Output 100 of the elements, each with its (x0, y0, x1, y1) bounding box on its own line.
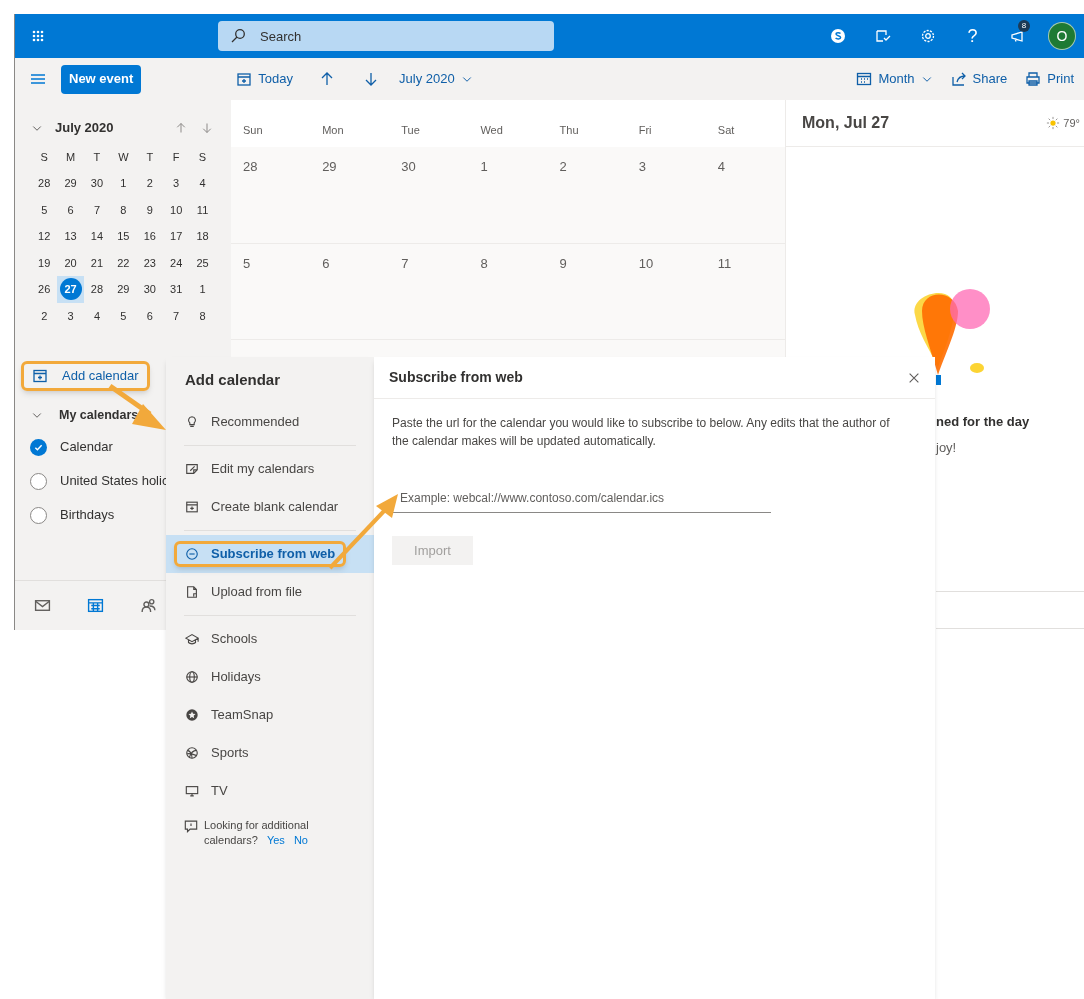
help-button[interactable]: ? (950, 14, 995, 58)
mini-calendar-day[interactable]: 17 (162, 223, 190, 250)
panel-title: Add calendar (184, 370, 282, 390)
mini-calendar-day[interactable]: 30 (136, 276, 163, 303)
next-month-button[interactable] (201, 122, 213, 134)
menu-item[interactable]: Recommended (166, 403, 374, 441)
mini-calendar-day[interactable]: 28 (83, 276, 111, 303)
mini-calendar-day[interactable]: 27 (59, 278, 82, 301)
lightbulb-icon (185, 415, 199, 429)
menu-item[interactable]: Create blank calendar (166, 488, 374, 526)
menu-item[interactable]: Upload from file (166, 573, 374, 611)
mini-calendar-day[interactable]: 31 (162, 276, 190, 303)
day-cell[interactable]: 8 (468, 243, 548, 339)
mini-calendar-day[interactable]: 2 (31, 302, 58, 329)
mini-calendar-day[interactable]: 1 (189, 276, 216, 303)
day-cell[interactable]: 2 (547, 147, 627, 243)
mini-calendar-day[interactable]: 23 (136, 249, 163, 276)
mini-calendar-day[interactable]: 18 (189, 223, 216, 250)
day-cell[interactable]: 4 (705, 147, 785, 243)
period-dropdown[interactable]: July 2020 (399, 69, 473, 89)
mini-calendar-day[interactable]: 1 (110, 170, 137, 197)
mini-calendar-day[interactable]: 6 (57, 196, 84, 223)
day-cell[interactable]: 30 (389, 147, 469, 243)
day-cell[interactable]: 28 (231, 147, 311, 243)
weekday-label: M (65, 149, 77, 165)
mini-calendar-day[interactable]: 26 (31, 276, 58, 303)
url-input[interactable]: Example: webcal://www.contoso.com/calendar.ics (392, 483, 771, 513)
menu-item[interactable]: Sports (166, 734, 374, 772)
today-button[interactable]: Today (234, 69, 295, 89)
mini-calendar-day[interactable]: 5 (31, 196, 58, 223)
weekday-header: Fri (637, 122, 653, 138)
day-cell[interactable]: 11 (705, 243, 785, 339)
mini-calendar-day[interactable]: 25 (189, 249, 216, 276)
mini-calendar-day[interactable]: 12 (31, 223, 58, 250)
day-cell[interactable]: 3 (626, 147, 706, 243)
previous-month-button[interactable] (175, 122, 187, 134)
mini-calendar-day[interactable]: 30 (83, 170, 111, 197)
mini-calendar-day[interactable]: 29 (57, 170, 84, 197)
mini-calendar-day[interactable]: 2 (136, 170, 163, 197)
day-cell[interactable]: 29 (310, 147, 390, 243)
day-cell[interactable]: 10 (626, 243, 706, 339)
mini-calendar-day[interactable]: 11 (189, 196, 216, 223)
mini-calendar-day[interactable]: 14 (83, 223, 111, 250)
mini-calendar-day[interactable]: 20 (57, 249, 84, 276)
skype-icon (829, 28, 846, 44)
mini-calendar-day[interactable]: 15 (110, 223, 137, 250)
calendar-checkbox[interactable] (30, 438, 47, 456)
day-cell[interactable]: 1 (468, 147, 548, 243)
share-icon (950, 71, 967, 87)
dialog-title: Subscribe from web (389, 368, 523, 387)
mini-calendar-day[interactable]: 3 (57, 302, 84, 329)
mini-calendar-day[interactable]: 19 (31, 249, 58, 276)
search-field[interactable]: Search (218, 21, 554, 51)
avatar[interactable]: O (1048, 22, 1076, 50)
menu-item[interactable]: Schools (166, 620, 374, 658)
mini-calendar-day[interactable]: 4 (189, 170, 216, 197)
mini-calendar-day[interactable]: 28 (31, 170, 58, 197)
view-dropdown[interactable]: Month (856, 69, 933, 89)
mini-calendar-day[interactable]: 7 (162, 302, 190, 329)
mini-calendar-day[interactable]: 8 (189, 302, 216, 329)
mini-calendar-day[interactable]: 9 (136, 196, 163, 223)
day-cell[interactable]: 6 (310, 243, 390, 339)
up-arrow-icon (175, 122, 187, 134)
mini-calendar-day[interactable]: 29 (110, 276, 137, 303)
checkmark-icon (34, 442, 43, 452)
menu-item[interactable]: Holidays (166, 658, 374, 696)
mini-calendar-day[interactable]: 24 (162, 249, 190, 276)
add-calendar-link[interactable]: Add calendar (21, 361, 150, 391)
mini-calendar-day[interactable]: 21 (83, 249, 111, 276)
yes-link[interactable]: Yes (266, 834, 285, 846)
notifications-button[interactable]: 8 (995, 14, 1040, 58)
mini-calendar-day[interactable]: 22 (110, 249, 137, 276)
menu-item[interactable]: Subscribe from web (166, 535, 374, 573)
ball-icon (185, 746, 199, 760)
mini-calendar-day[interactable]: 10 (162, 196, 190, 223)
menu-item[interactable]: Edit my calendars (166, 450, 374, 488)
menu-item[interactable]: TV (166, 772, 374, 810)
mini-calendar-day[interactable]: 7 (83, 196, 111, 223)
mini-calendar-day[interactable]: 8 (110, 196, 137, 223)
app-launcher-icon (30, 28, 46, 44)
mini-calendar-day[interactable]: 5 (110, 302, 137, 329)
monitor-icon (185, 784, 199, 798)
no-link[interactable]: No (293, 834, 308, 846)
share-button[interactable]: Share (950, 69, 1008, 89)
print-icon (1025, 71, 1042, 87)
mini-calendar-day[interactable]: 4 (83, 302, 111, 329)
mini-calendar-day[interactable]: 13 (57, 223, 84, 250)
day-cell[interactable]: 7 (389, 243, 469, 339)
calendar-checkbox[interactable] (30, 472, 47, 490)
weekday-label: T (145, 149, 155, 165)
mini-calendar-day[interactable]: 16 (136, 223, 163, 250)
menu-item[interactable]: TeamSnap (166, 696, 374, 734)
new-event-button[interactable]: New event (61, 64, 142, 94)
mail-icon (33, 597, 51, 614)
calendar-checkbox[interactable] (30, 506, 47, 524)
day-cell[interactable]: 5 (231, 243, 311, 339)
day-cell[interactable]: 9 (547, 243, 627, 339)
mini-calendar-day[interactable]: 6 (136, 302, 163, 329)
print-button[interactable]: Print (1025, 69, 1074, 89)
mini-calendar-day[interactable]: 3 (162, 170, 190, 197)
